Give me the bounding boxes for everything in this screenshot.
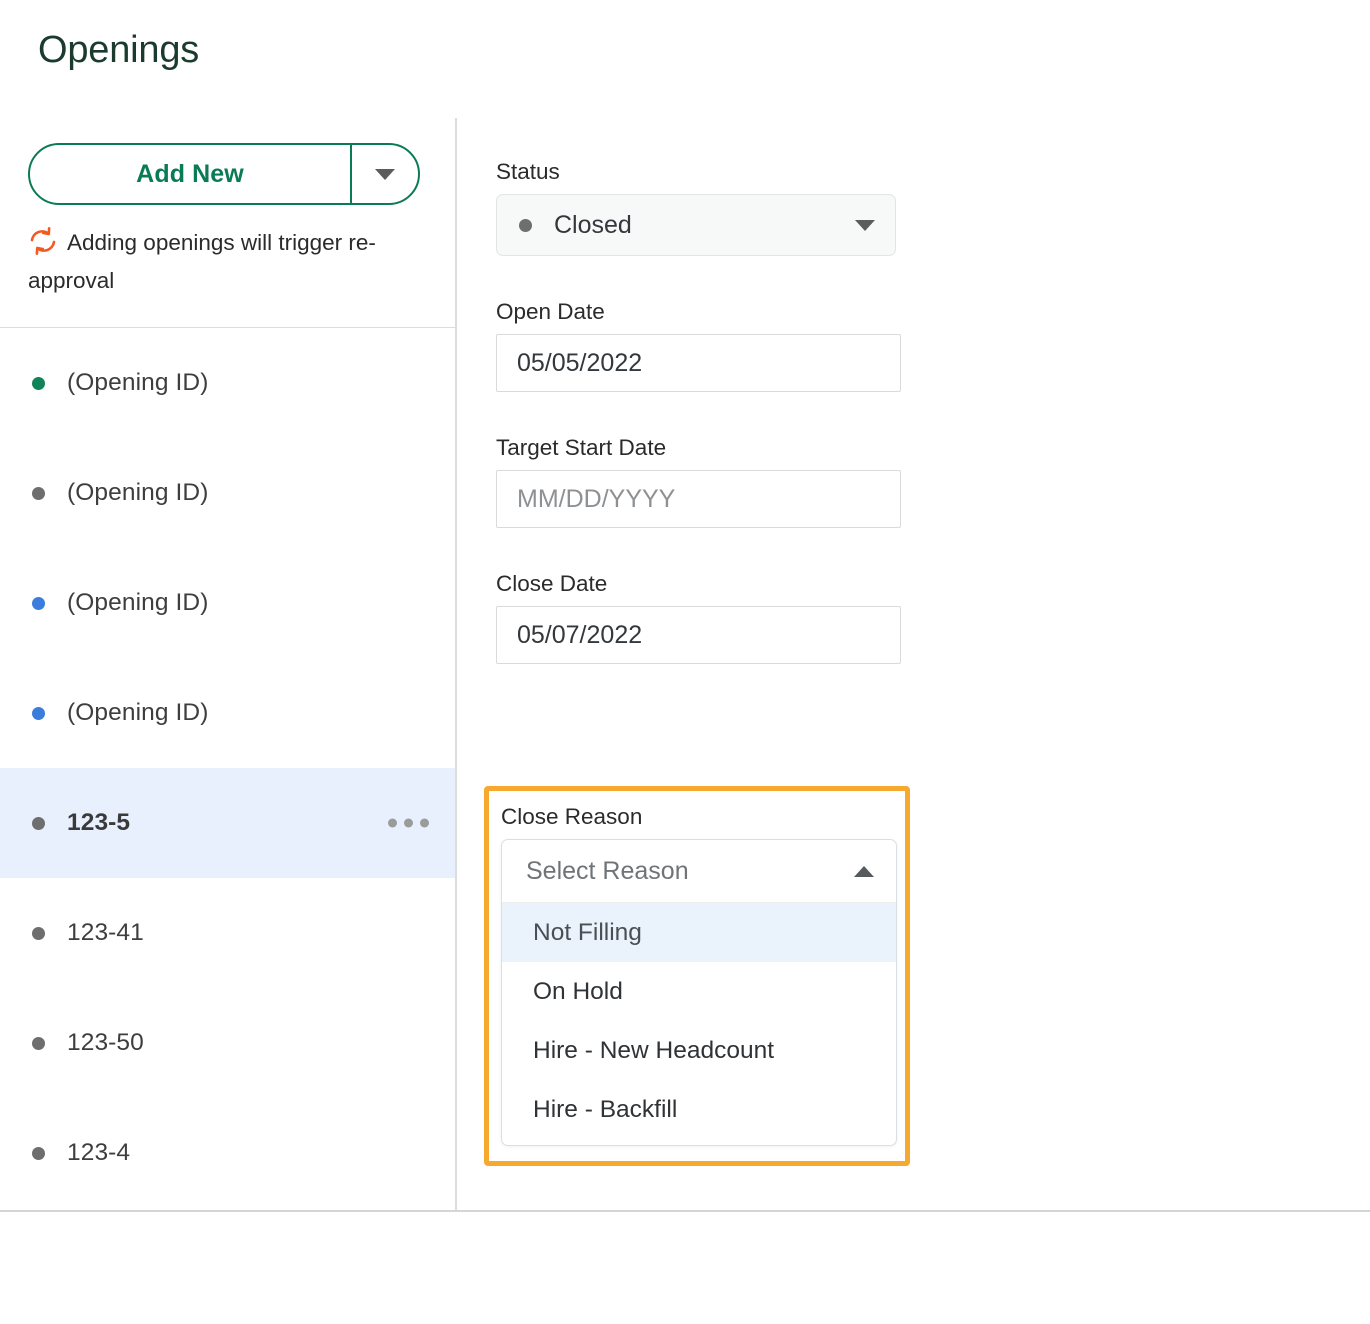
add-new-button[interactable]: Add New xyxy=(30,145,350,203)
close-reason-option[interactable]: Hire - Backfill xyxy=(502,1080,896,1139)
status-select[interactable]: Closed xyxy=(496,194,896,256)
add-new-button-group: Add New xyxy=(28,143,420,205)
status-label: Status xyxy=(496,158,926,185)
opening-list-item[interactable]: (Opening ID) xyxy=(0,658,455,768)
add-new-dropdown-toggle[interactable] xyxy=(350,145,418,203)
status-value: Closed xyxy=(554,211,855,240)
open-date-input[interactable] xyxy=(496,334,901,392)
close-reason-label: Close Reason xyxy=(501,803,893,830)
opening-list-item-label: 123-41 xyxy=(67,919,144,947)
sync-refresh-icon xyxy=(28,226,58,265)
openings-sidebar: Add New Adding openings will trigger re-… xyxy=(0,118,455,1210)
panel-vertical-divider xyxy=(455,118,457,1210)
close-reason-field: Close Reason Select Reason Not FillingOn… xyxy=(501,803,893,1151)
opening-detail-form: Status Closed Open Date Target Start Dat… xyxy=(496,158,926,706)
opening-list-item[interactable]: 123-50 xyxy=(0,988,455,1098)
opening-list-item-label: (Opening ID) xyxy=(67,369,208,397)
opening-status-dot-icon xyxy=(32,817,45,830)
opening-list-item-label: (Opening ID) xyxy=(67,699,208,727)
target-start-date-field: Target Start Date xyxy=(496,434,926,528)
opening-list-item[interactable]: (Opening ID) xyxy=(0,548,455,658)
opening-list-item[interactable]: 123-41 xyxy=(0,878,455,988)
close-reason-dropdown: Select Reason Not FillingOn HoldHire - N… xyxy=(501,839,897,1146)
opening-status-dot-icon xyxy=(32,707,45,720)
opening-status-dot-icon xyxy=(32,927,45,940)
chevron-down-icon xyxy=(855,220,875,231)
page-title: Openings xyxy=(38,30,199,72)
opening-status-dot-icon xyxy=(32,597,45,610)
opening-status-dot-icon xyxy=(32,377,45,390)
chevron-down-icon xyxy=(375,169,395,180)
opening-list-item-label: 123-4 xyxy=(67,1139,130,1167)
close-reason-option[interactable]: Hire - New Headcount xyxy=(502,1021,896,1080)
opening-status-dot-icon xyxy=(32,1147,45,1160)
openings-page: Openings Add New Adding openings will tr… xyxy=(0,0,1370,1324)
close-reason-option[interactable]: Not Filling xyxy=(502,903,896,962)
opening-list-item-label: (Opening ID) xyxy=(67,479,208,507)
close-reason-options: Not FillingOn HoldHire - New HeadcountHi… xyxy=(502,903,896,1139)
close-reason-trigger[interactable]: Select Reason xyxy=(502,840,896,903)
chevron-up-icon xyxy=(854,866,874,877)
opening-list-item[interactable]: 123-4 xyxy=(0,1098,455,1208)
opening-list-item[interactable]: (Opening ID) xyxy=(0,438,455,548)
target-start-date-input[interactable] xyxy=(496,470,901,528)
reapproval-notice: Adding openings will trigger re-approval xyxy=(28,226,428,297)
opening-list-item-label: 123-50 xyxy=(67,1029,144,1057)
more-options-icon[interactable] xyxy=(384,811,433,836)
close-reason-option[interactable]: On Hold xyxy=(502,962,896,1021)
target-start-date-label: Target Start Date xyxy=(496,434,926,461)
close-date-field: Close Date xyxy=(496,570,926,664)
open-date-label: Open Date xyxy=(496,298,926,325)
close-date-label: Close Date xyxy=(496,570,926,597)
opening-list-item-label: (Opening ID) xyxy=(67,589,208,617)
close-reason-placeholder: Select Reason xyxy=(526,857,854,886)
panel-bottom-divider xyxy=(0,1210,1370,1212)
close-date-input[interactable] xyxy=(496,606,901,664)
status-field: Status Closed xyxy=(496,158,926,256)
openings-list: (Opening ID) (Opening ID) (Opening ID) (Ope… xyxy=(0,328,455,1208)
status-dot-icon xyxy=(519,219,532,232)
opening-status-dot-icon xyxy=(32,487,45,500)
opening-list-item-label: 123-5 xyxy=(67,809,130,837)
close-reason-highlight-box: Close Reason Select Reason Not FillingOn… xyxy=(484,786,910,1166)
opening-list-item[interactable]: 123-5 xyxy=(0,768,455,878)
opening-list-item[interactable]: (Opening ID) xyxy=(0,328,455,438)
opening-status-dot-icon xyxy=(32,1037,45,1050)
close-reason-list-padding xyxy=(502,1139,896,1145)
open-date-field: Open Date xyxy=(496,298,926,392)
reapproval-notice-text: Adding openings will trigger re-approval xyxy=(28,230,376,293)
